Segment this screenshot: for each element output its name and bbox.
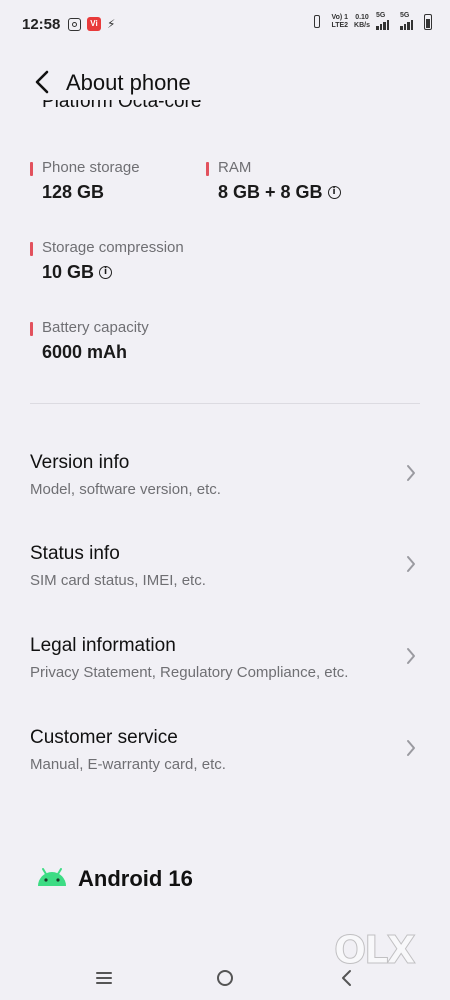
- navigation-bar: [0, 958, 450, 998]
- info-icon[interactable]: i: [99, 266, 113, 279]
- android-version: Android 16: [36, 866, 193, 892]
- spec-label: Battery capacity: [42, 319, 149, 336]
- notification-icons: Vi ⚡: [68, 17, 115, 31]
- spec-marker: [30, 322, 33, 336]
- menu-item-customer-service[interactable]: Customer service Manual, E-warranty card…: [0, 727, 450, 807]
- recent-apps-icon[interactable]: [92, 966, 116, 990]
- status-bar: 12:58 Vi ⚡ Vo) 1 LTE2 0.10 KB/s 5G 5G: [0, 0, 450, 52]
- spec-phone-storage: Phone storage 128 GB: [30, 159, 200, 209]
- signal-sim2-icon: 5G: [400, 12, 418, 30]
- menu-item-title: Legal information: [30, 635, 176, 656]
- divider: [30, 403, 420, 404]
- menu-item-title: Version info: [30, 452, 130, 473]
- page-title: About phone: [66, 70, 191, 95]
- menu-item-title: Customer service: [30, 727, 178, 748]
- chevron-right-icon: [404, 553, 418, 575]
- home-icon[interactable]: [213, 966, 237, 990]
- charging-bolt-icon: ⚡: [107, 17, 116, 31]
- chevron-right-icon: [404, 645, 418, 667]
- menu-item-subtitle: Privacy Statement, Regulatory Compliance…: [30, 664, 349, 681]
- spec-ram: RAM 8 GB + 8 GB i: [206, 159, 406, 209]
- battery-icon: [424, 14, 432, 30]
- android-logo-icon: [36, 867, 68, 892]
- spec-value: 6000 mAh: [42, 342, 128, 362]
- chevron-right-icon: [404, 737, 418, 759]
- spec-battery-capacity: Battery capacity 6000 mAh: [30, 319, 280, 369]
- menu-item-subtitle: Model, software version, etc.: [30, 481, 221, 498]
- vibrate-icon: [309, 15, 325, 29]
- android-version-label: Android 16: [78, 866, 193, 891]
- partial-scrolled-text: Platform Octa-core: [42, 100, 202, 112]
- app-header: About phone: [0, 62, 450, 102]
- instagram-icon: [68, 17, 81, 31]
- menu-item-version-info[interactable]: Version info Model, software version, et…: [0, 452, 450, 532]
- spec-marker: [30, 242, 33, 256]
- back-icon[interactable]: [335, 966, 359, 990]
- network-speed: 0.10 KB/s: [354, 14, 370, 29]
- chevron-right-icon: [404, 462, 418, 484]
- menu-item-legal-information[interactable]: Legal information Privacy Statement, Reg…: [0, 635, 450, 715]
- signal-sim1-icon: 5G: [376, 12, 394, 30]
- info-icon[interactable]: i: [327, 186, 341, 199]
- spec-value: 128 GB: [42, 182, 105, 202]
- spec-value: 10 GB: [42, 262, 95, 282]
- spec-label: RAM: [218, 159, 252, 176]
- back-arrow-icon[interactable]: [32, 68, 56, 96]
- network-type: Vo) 1 LTE2: [331, 14, 349, 29]
- spec-storage-compression: Storage compression 10 GB i: [30, 239, 280, 289]
- menu-item-status-info[interactable]: Status info SIM card status, IMEI, etc.: [0, 543, 450, 623]
- spec-marker: [30, 162, 33, 176]
- system-icons: Vo) 1 LTE2 0.10 KB/s 5G 5G: [309, 12, 432, 30]
- clock: 12:58: [22, 16, 61, 33]
- menu-item-subtitle: SIM card status, IMEI, etc.: [30, 572, 206, 589]
- spec-value: 8 GB + 8 GB: [218, 182, 323, 202]
- spec-marker: [206, 162, 209, 176]
- spec-label: Storage compression: [42, 239, 184, 256]
- menu-item-title: Status info: [30, 543, 120, 564]
- spec-label: Phone storage: [42, 159, 140, 176]
- vi-app-icon: Vi: [87, 17, 101, 31]
- menu-item-subtitle: Manual, E-warranty card, etc.: [30, 756, 226, 773]
